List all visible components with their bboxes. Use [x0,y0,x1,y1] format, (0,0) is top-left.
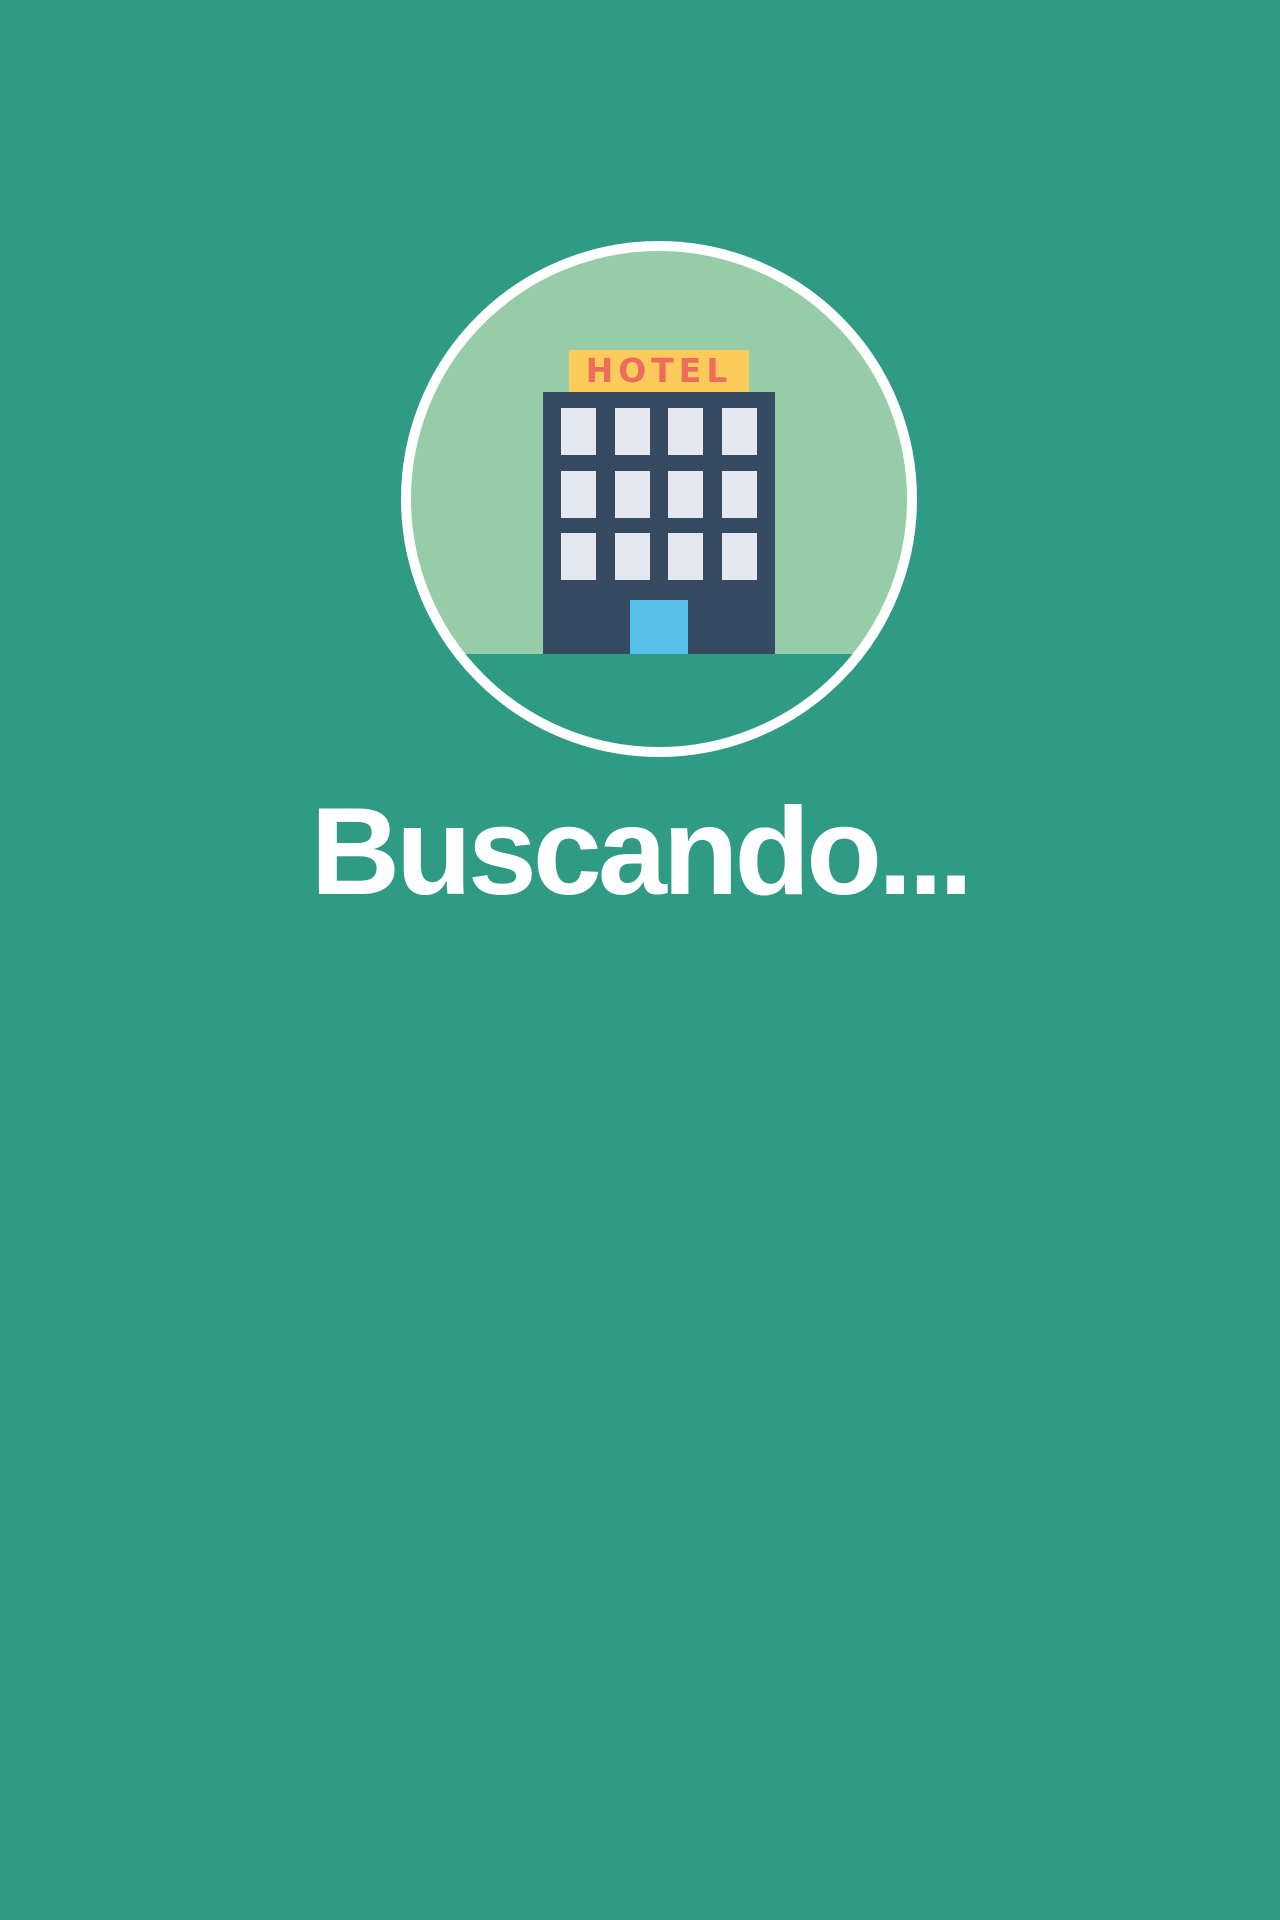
window [668,533,703,580]
window [668,471,703,518]
window [722,471,757,518]
loading-screen: HOTEL Buscando... [0,0,1280,1920]
window [722,408,757,455]
window [668,408,703,455]
hotel-icon: HOTEL [400,240,918,758]
hotel-sign-text: HOTEL [586,351,733,390]
hotel-building-icon: HOTEL [401,241,917,757]
window [561,533,596,580]
window [615,471,650,518]
window [561,471,596,518]
window [615,408,650,455]
window [561,408,596,455]
window [615,533,650,580]
loading-status-text: Buscando... [310,783,974,921]
window [722,533,757,580]
building-door [630,600,688,654]
